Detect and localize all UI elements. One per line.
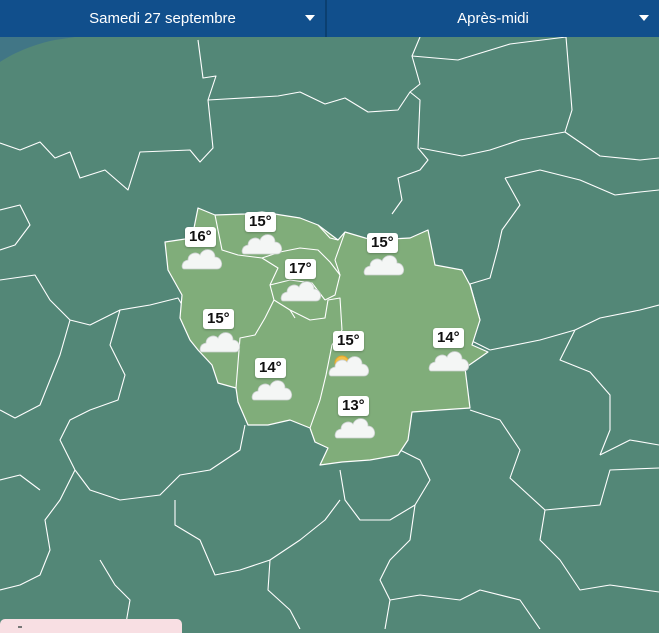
temperature-label[interactable]: 17° [285,259,316,279]
temperature-label[interactable]: 14° [433,328,464,348]
temperature-label[interactable]: 15° [245,212,276,232]
temperature-label[interactable]: 13° [338,396,369,416]
tab-handle [18,626,22,628]
chevron-down-icon [305,15,315,21]
date-select[interactable]: Samedi 27 septembre [0,0,327,37]
temperature-label[interactable]: 16° [185,227,216,247]
temperature-label[interactable]: 15° [203,309,234,329]
temperature-label[interactable]: 15° [333,331,364,351]
header-bar: Samedi 27 septembre Après-midi [0,0,659,37]
period-select-label: Après-midi [457,10,529,27]
chevron-down-icon [639,15,649,21]
weather-map[interactable] [0,0,659,629]
temperature-label[interactable]: 15° [367,233,398,253]
period-select[interactable]: Après-midi [327,0,659,37]
date-select-label: Samedi 27 septembre [89,10,236,27]
temperature-label[interactable]: 14° [255,358,286,378]
bottom-tab[interactable] [0,619,182,633]
